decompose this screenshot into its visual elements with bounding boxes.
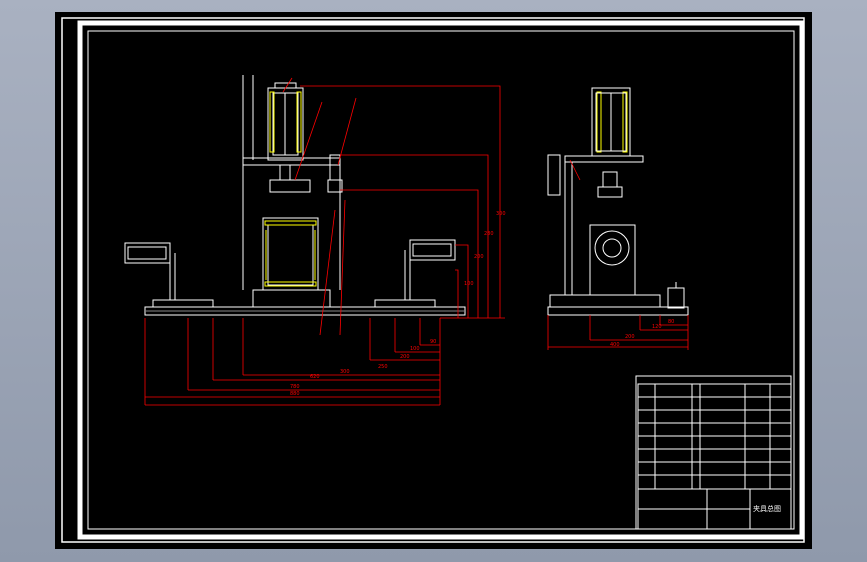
svg-text:120: 120 bbox=[652, 324, 662, 330]
hatch-details bbox=[264, 91, 628, 287]
svg-text:280: 280 bbox=[484, 231, 494, 237]
svg-text:620: 620 bbox=[310, 374, 320, 380]
side-base-plate bbox=[547, 306, 689, 316]
svg-text:200: 200 bbox=[400, 354, 410, 360]
valve bbox=[329, 154, 341, 181]
svg-text:300: 300 bbox=[340, 369, 350, 375]
outer-frame bbox=[61, 17, 805, 543]
border-frame bbox=[77, 20, 805, 540]
front-dimensions bbox=[144, 77, 505, 406]
front-dim-labels: 300 280 200 100 90 100 200 250 300 620 7… bbox=[290, 211, 506, 397]
side-dim-labels: 80 120 200 400 bbox=[610, 319, 674, 348]
svg-text:100: 100 bbox=[410, 346, 420, 352]
front-view bbox=[124, 75, 466, 316]
inner-frame bbox=[87, 30, 795, 530]
svg-text:200: 200 bbox=[625, 334, 635, 340]
right-clamp bbox=[409, 239, 456, 261]
svg-text:200: 200 bbox=[474, 254, 484, 260]
svg-text:880: 880 bbox=[290, 391, 300, 397]
cad-viewport[interactable]: 300 280 200 100 90 100 200 250 300 620 7… bbox=[0, 0, 867, 562]
side-fixture bbox=[589, 224, 636, 296]
svg-text:90: 90 bbox=[430, 339, 436, 345]
svg-text:300: 300 bbox=[496, 211, 506, 217]
drawing-sheet[interactable]: 300 280 200 100 90 100 200 250 300 620 7… bbox=[55, 12, 812, 549]
svg-text:400: 400 bbox=[610, 342, 620, 348]
svg-text:100: 100 bbox=[464, 281, 474, 287]
svg-text:780: 780 bbox=[290, 384, 300, 390]
fixture-body bbox=[262, 217, 319, 291]
svg-text:250: 250 bbox=[378, 364, 388, 370]
filter-regulator bbox=[547, 154, 561, 196]
side-view bbox=[547, 87, 689, 316]
svg-text:80: 80 bbox=[668, 319, 674, 325]
title-block-title: 夹具总图 bbox=[753, 504, 781, 513]
assembly-drawing: 300 280 200 100 90 100 200 250 300 620 7… bbox=[61, 17, 805, 543]
left-clamp bbox=[124, 242, 171, 264]
